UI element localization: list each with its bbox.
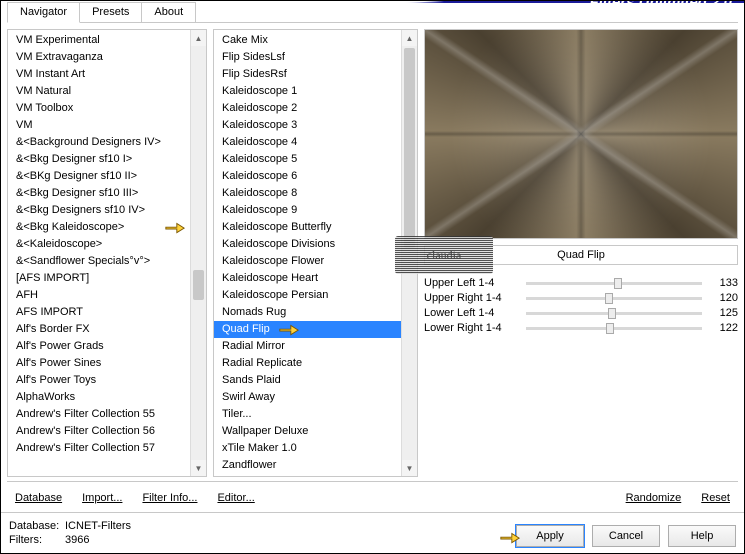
- list-item[interactable]: Kaleidoscope Heart: [214, 270, 401, 287]
- list-item[interactable]: Quad Flip: [214, 321, 401, 338]
- list-item[interactable]: Alf's Power Sines: [8, 355, 190, 372]
- list-item[interactable]: Kaleidoscope 3: [214, 117, 401, 134]
- list-item[interactable]: &<Bkg Designer sf10 I>: [8, 151, 190, 168]
- list-item[interactable]: Kaleidoscope 6: [214, 168, 401, 185]
- tab-presets[interactable]: Presets: [79, 2, 142, 22]
- filter-info-link[interactable]: Filter Info...: [142, 492, 197, 504]
- database-link[interactable]: Database: [15, 492, 62, 504]
- list-item[interactable]: Nomads Rug: [214, 304, 401, 321]
- scroll-thumb[interactable]: [193, 270, 204, 300]
- list-item[interactable]: Wallpaper Deluxe: [214, 423, 401, 440]
- preview-image: [424, 29, 738, 239]
- list-item[interactable]: Sands Plaid: [214, 372, 401, 389]
- slider[interactable]: [526, 282, 702, 285]
- list-item[interactable]: Flip SidesLsf: [214, 49, 401, 66]
- slider[interactable]: [526, 297, 702, 300]
- list-item[interactable]: VM Natural: [8, 83, 190, 100]
- list-item[interactable]: VM Instant Art: [8, 66, 190, 83]
- apply-button[interactable]: Apply: [516, 525, 584, 547]
- cancel-button[interactable]: Cancel: [592, 525, 660, 547]
- scroll-down-icon[interactable]: ▼: [191, 460, 206, 476]
- slider[interactable]: [526, 327, 702, 330]
- list-item[interactable]: Kaleidoscope Divisions: [214, 236, 401, 253]
- slider-row: Lower Left 1-4 125: [424, 307, 738, 319]
- list-item[interactable]: &<Bkg Kaleidoscope>: [8, 219, 190, 236]
- category-scrollbar[interactable]: ▲ ▼: [190, 30, 206, 476]
- slider[interactable]: [526, 312, 702, 315]
- list-item[interactable]: Alf's Power Grads: [8, 338, 190, 355]
- list-item[interactable]: Alf's Border FX: [8, 321, 190, 338]
- scroll-up-icon[interactable]: ▲: [402, 30, 417, 46]
- slider-label: Lower Right 1-4: [424, 322, 520, 334]
- list-item[interactable]: Andrew's Filter Collection 57: [8, 440, 190, 457]
- list-item[interactable]: Kaleidoscope Flower: [214, 253, 401, 270]
- slider-value: 125: [708, 307, 738, 319]
- list-item[interactable]: Cake Mix: [214, 32, 401, 49]
- slider-value: 133: [708, 277, 738, 289]
- scroll-thumb[interactable]: [404, 48, 415, 248]
- watermark: claudia: [395, 236, 493, 274]
- list-item[interactable]: [AFS IMPORT]: [8, 270, 190, 287]
- slider-row: Upper Right 1-4 120: [424, 292, 738, 304]
- list-item[interactable]: &<Sandflower Specials°v°>: [8, 253, 190, 270]
- list-item[interactable]: VM Toolbox: [8, 100, 190, 117]
- list-item[interactable]: &<Kaleidoscope>: [8, 236, 190, 253]
- slider-label: Upper Left 1-4: [424, 277, 520, 289]
- list-item[interactable]: Radial Replicate: [214, 355, 401, 372]
- filter-list[interactable]: Cake MixFlip SidesLsfFlip SidesRsfKaleid…: [214, 30, 401, 476]
- list-item[interactable]: Tiler...: [214, 406, 401, 423]
- list-item[interactable]: Swirl Away: [214, 389, 401, 406]
- list-item[interactable]: Zandflower: [214, 457, 401, 474]
- list-item[interactable]: Kaleidoscope 1: [214, 83, 401, 100]
- slider-row: Lower Right 1-4 122: [424, 322, 738, 334]
- randomize-link[interactable]: Randomize: [626, 492, 682, 504]
- list-item[interactable]: &<Bkg Designers sf10 IV>: [8, 202, 190, 219]
- list-item[interactable]: &<BKg Designer sf10 II>: [8, 168, 190, 185]
- reset-link[interactable]: Reset: [701, 492, 730, 504]
- scroll-up-icon[interactable]: ▲: [191, 30, 206, 46]
- footer-info: Database:ICNET-Filters Filters:3966: [9, 519, 508, 547]
- list-item[interactable]: Radial Mirror: [214, 338, 401, 355]
- list-item[interactable]: Andrew's Filter Collection 55: [8, 406, 190, 423]
- list-item[interactable]: AlphaWorks: [8, 389, 190, 406]
- editor-link[interactable]: Editor...: [217, 492, 254, 504]
- tab-navigator[interactable]: Navigator: [7, 2, 80, 23]
- list-item[interactable]: Kaleidoscope 5: [214, 151, 401, 168]
- list-item[interactable]: VM Extravaganza: [8, 49, 190, 66]
- list-item[interactable]: Alf's Power Toys: [8, 372, 190, 389]
- import-link[interactable]: Import...: [82, 492, 122, 504]
- list-item[interactable]: VM Experimental: [8, 32, 190, 49]
- slider-label: Upper Right 1-4: [424, 292, 520, 304]
- list-item[interactable]: AFS IMPORT: [8, 304, 190, 321]
- list-item[interactable]: Kaleidoscope 4: [214, 134, 401, 151]
- list-item[interactable]: Kaleidoscope 2: [214, 100, 401, 117]
- list-item[interactable]: xTile Maker 1.0: [214, 440, 401, 457]
- list-item[interactable]: Kaleidoscope Butterfly: [214, 219, 401, 236]
- list-item[interactable]: &<Bkg Designer sf10 III>: [8, 185, 190, 202]
- tab-about[interactable]: About: [141, 2, 196, 22]
- scroll-down-icon[interactable]: ▼: [402, 460, 417, 476]
- category-list[interactable]: VM ExperimentalVM ExtravaganzaVM Instant…: [8, 30, 190, 476]
- pointer-hand-icon: [278, 321, 300, 338]
- slider-row: Upper Left 1-4 133: [424, 277, 738, 289]
- list-item[interactable]: Andrew's Filter Collection 56: [8, 423, 190, 440]
- list-item[interactable]: Kaleidoscope 9: [214, 202, 401, 219]
- list-item[interactable]: AFH: [8, 287, 190, 304]
- list-item[interactable]: Flip SidesRsf: [214, 66, 401, 83]
- list-item[interactable]: &<Background Designers IV>: [8, 134, 190, 151]
- slider-label: Lower Left 1-4: [424, 307, 520, 319]
- tab-bar: NavigatorPresetsAbout: [7, 2, 738, 23]
- slider-value: 120: [708, 292, 738, 304]
- pointer-hand-icon: [164, 219, 186, 236]
- list-item[interactable]: Kaleidoscope 8: [214, 185, 401, 202]
- list-item[interactable]: Kaleidoscope Persian: [214, 287, 401, 304]
- list-item[interactable]: VM: [8, 117, 190, 134]
- help-button[interactable]: Help: [668, 525, 736, 547]
- slider-value: 122: [708, 322, 738, 334]
